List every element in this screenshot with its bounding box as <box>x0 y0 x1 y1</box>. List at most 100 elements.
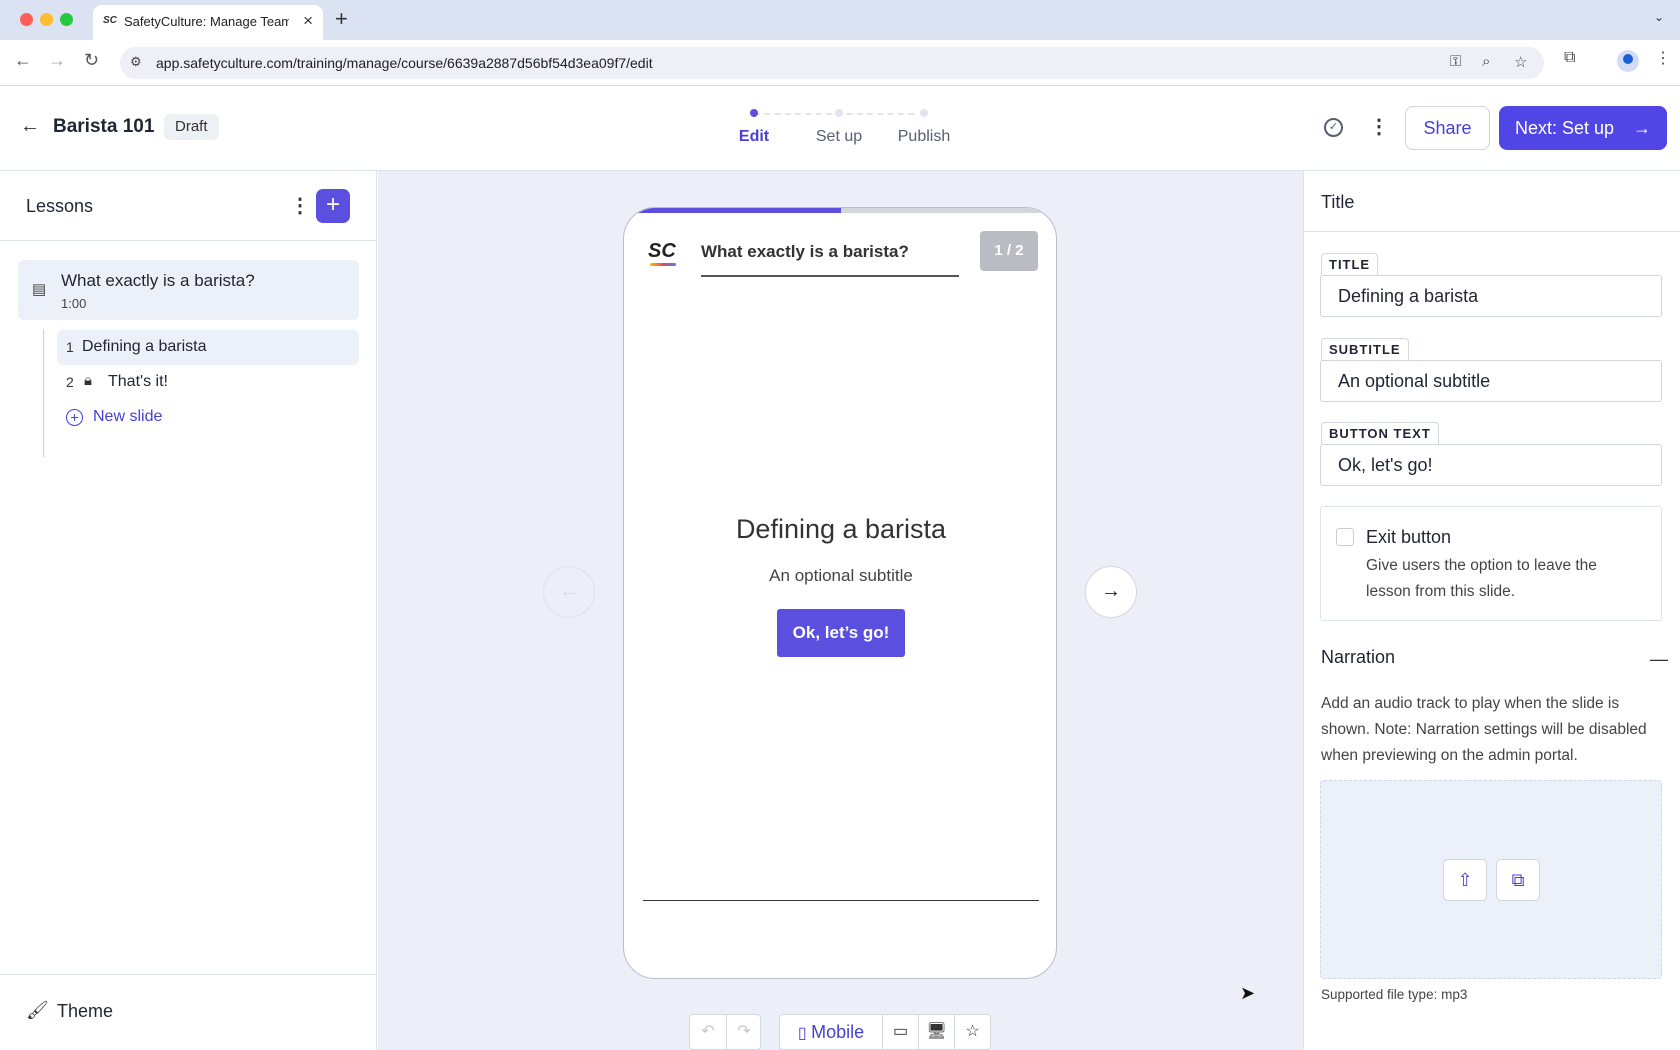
upload-icon[interactable]: ⇧ <box>1443 859 1487 901</box>
slide-subtitle[interactable]: An optional subtitle <box>624 566 1056 586</box>
slide-cta-button[interactable]: Ok, let’s go! <box>777 609 905 657</box>
window-close-icon[interactable] <box>20 13 33 26</box>
step-publish[interactable]: Publish <box>898 128 950 146</box>
undo-icon[interactable]: ↶ <box>690 1015 726 1049</box>
progress-bar <box>624 208 1056 213</box>
supported-file-type: Supported file type: mp3 <box>1321 987 1468 1002</box>
zoom-icon[interactable]: ⌕ <box>1482 53 1490 70</box>
tab-close-icon[interactable]: × <box>303 11 313 31</box>
audio-dropzone[interactable]: ⇧ ⧉ <box>1320 780 1662 979</box>
progress-fill <box>624 208 841 213</box>
site-settings-icon[interactable]: ⚙ <box>130 54 142 70</box>
subtitle-field-label: SUBTITLE <box>1321 338 1409 360</box>
exit-button-title: Exit button <box>1366 527 1452 547</box>
browser-tab[interactable]: SC SafetyCulture: Manage Teams × <box>93 5 323 40</box>
mobile-icon: ▯ <box>797 1025 807 1042</box>
slide-number: 2 <box>66 374 74 390</box>
browser-tab-bar: SC SafetyCulture: Manage Teams × + ⌄ <box>0 0 1680 40</box>
divider <box>1304 231 1680 232</box>
slide-label: That's it! <box>108 373 168 390</box>
divider <box>0 240 377 241</box>
paint-roller-icon: 🖌︎ <box>26 1000 49 1020</box>
share-button[interactable]: Share <box>1405 106 1490 150</box>
new-slide-label: New slide <box>93 408 163 425</box>
lesson-item[interactable]: ▤ What exactly is a barista? 1:00 <box>18 260 359 320</box>
next-setup-button[interactable]: Next: Set up → <box>1499 106 1667 150</box>
safetyculture-logo: SC <box>648 240 676 266</box>
star-icon[interactable]: ☆ <box>954 1015 990 1049</box>
preview-canvas: ← → SC What exactly is a barista? 1 / 2 … <box>378 171 1303 1050</box>
step-setup[interactable]: Set up <box>816 128 862 146</box>
mobile-preview: SC What exactly is a barista? 1 / 2 Defi… <box>623 207 1057 979</box>
reload-icon[interactable]: ↻ <box>84 50 99 71</box>
slide-pager: 1 / 2 <box>980 231 1038 271</box>
url-text: app.safetyculture.com/training/manage/co… <box>156 55 653 71</box>
mouse-cursor-icon: ➤ <box>1240 983 1256 1003</box>
course-name: Barista 101 <box>53 116 155 137</box>
check-circle-icon[interactable]: ✓ <box>1324 118 1343 137</box>
slide-item[interactable]: 2 🔒︎ That's it! <box>57 365 359 400</box>
stepper: Edit Set up Publish <box>730 104 960 154</box>
lessons-sidebar: Lessons ⋮ + ▤ What exactly is a barista?… <box>0 171 377 1050</box>
device-mobile-label: Mobile <box>811 1022 865 1042</box>
lesson-title: What exactly is a barista? <box>61 271 255 290</box>
panel-title: Title <box>1321 192 1355 212</box>
title-field[interactable]: Defining a barista <box>1320 275 1662 317</box>
tab-favicon: SC <box>103 15 117 26</box>
exit-button-checkbox[interactable] <box>1336 528 1354 546</box>
next-slide-button[interactable]: → <box>1085 566 1137 618</box>
device-mobile-button[interactable]: ▯ Mobile <box>780 1015 882 1049</box>
preview-lesson-title: What exactly is a barista? <box>701 242 909 261</box>
back-arrow-icon[interactable]: ← <box>20 115 40 138</box>
media-library-icon[interactable]: ⧉ <box>1496 859 1540 901</box>
back-icon[interactable]: ← <box>14 50 32 71</box>
button-text-field[interactable]: Ok, let's go! <box>1320 444 1662 486</box>
button-text-field-label: BUTTON TEXT <box>1321 422 1439 444</box>
plus-circle-icon: + <box>66 409 83 426</box>
add-lesson-button[interactable]: + <box>316 189 350 223</box>
redo-icon[interactable]: ↷ <box>726 1015 761 1049</box>
window-zoom-icon[interactable] <box>60 13 73 26</box>
prev-slide-button[interactable]: ← <box>543 566 595 618</box>
tablet-icon[interactable]: ▭ <box>882 1015 918 1049</box>
url-field[interactable]: ⚙ app.safetyculture.com/training/manage/… <box>120 47 1544 79</box>
step-dot-edit <box>750 109 758 117</box>
narration-heading: Narration <box>1321 647 1396 667</box>
extensions-icon[interactable]: ⧉ <box>1564 49 1575 67</box>
bookmark-star-icon[interactable]: ☆ <box>1514 53 1527 71</box>
address-bar-row: ← → ↻ ⚙ app.safetyculture.com/training/m… <box>0 40 1680 86</box>
step-edit[interactable]: Edit <box>739 128 769 146</box>
new-tab-icon[interactable]: + <box>335 6 348 32</box>
forward-icon[interactable]: → <box>48 50 66 71</box>
slide-title[interactable]: Defining a barista <box>624 514 1056 545</box>
next-button-label: Next: Set up <box>1515 118 1615 138</box>
title-underline <box>701 275 959 277</box>
slide-item[interactable]: 1 Defining a barista <box>57 330 359 365</box>
lesson-document-icon: ▤ <box>32 281 47 298</box>
password-key-icon[interactable]: ⚿ <box>1450 53 1461 70</box>
chrome-menu-icon[interactable]: ⋮ <box>1655 48 1671 68</box>
arrow-right-icon: → <box>1633 118 1651 138</box>
divider <box>0 974 377 975</box>
tab-list-icon[interactable]: ⌄ <box>1654 10 1664 24</box>
lessons-more-icon[interactable]: ⋮ <box>290 193 310 218</box>
phone-divider <box>643 900 1039 901</box>
lessons-heading: Lessons <box>26 196 94 216</box>
lock-icon: 🔒︎ <box>84 372 92 389</box>
subtitle-field[interactable]: An optional subtitle <box>1320 360 1662 402</box>
undo-redo-group: ↶ ↷ <box>689 1014 761 1050</box>
desktop-icon[interactable]: 🖥︎ <box>918 1015 954 1049</box>
slide-label: Defining a barista <box>82 338 207 355</box>
step-dot-publish <box>920 109 928 117</box>
logo-text: SC <box>648 240 676 262</box>
exit-button-option: Exit button Give users the option to lea… <box>1320 506 1662 621</box>
profile-avatar[interactable] <box>1617 50 1639 72</box>
theme-label: Theme <box>57 1001 114 1021</box>
logo-stripe <box>650 263 676 266</box>
narration-description: Add an audio track to play when the slid… <box>1321 695 1647 764</box>
status-badge: Draft <box>164 114 219 140</box>
window-minimize-icon[interactable] <box>40 13 53 26</box>
more-options-icon[interactable]: ⋮ <box>1369 114 1389 139</box>
step-dot-setup <box>835 109 843 117</box>
collapse-icon[interactable]: — <box>1650 649 1668 670</box>
